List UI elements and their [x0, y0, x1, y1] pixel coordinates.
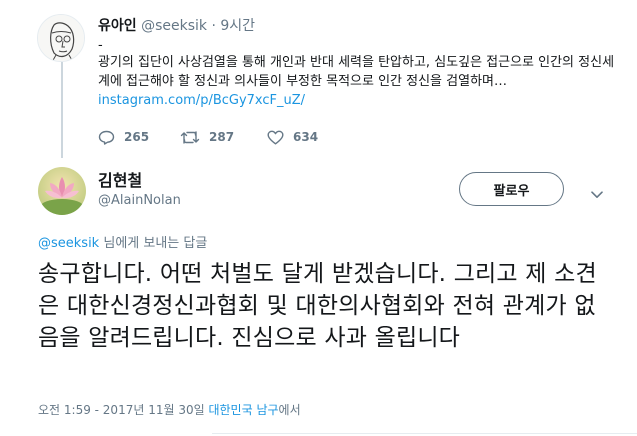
parent-avatar[interactable] — [37, 14, 85, 62]
reply-context: @seeksik 님에게 보내는 답글 — [38, 232, 207, 251]
parent-actions: 265 287 634 — [98, 127, 318, 147]
like-icon — [267, 130, 284, 145]
main-avatar[interactable] — [38, 167, 86, 215]
parent-dash: - — [98, 38, 103, 53]
reply-icon — [98, 130, 115, 145]
tweet-meta: 오전 1:59 - 2017년 11월 30일 대한민국 남구에서 — [38, 401, 301, 418]
chevron-down-icon[interactable] — [591, 184, 603, 203]
tweet-location[interactable]: 대한민국 남구 — [208, 403, 278, 417]
parent-handle[interactable]: @seeksik — [141, 18, 207, 34]
main-tweet-text: 송구합니다. 어떤 처벌도 달게 받겠습니다. 그리고 제 소견은 대한신경정신… — [38, 261, 597, 351]
parent-name[interactable]: 유아인 — [98, 18, 137, 34]
parent-tweet-text: 광기의 집단이 사상검열을 통해 개인과 반대 세력을 탄압하고, 심도깊은 접… — [98, 53, 618, 110]
main-handle[interactable]: @AlainNolan — [98, 193, 181, 208]
location-suffix: 에서 — [278, 403, 301, 417]
retweet-count: 287 — [209, 130, 235, 144]
tweet-timestamp[interactable]: 오전 1:59 - 2017년 11월 30일 — [38, 403, 205, 417]
main-name[interactable]: 김현철 — [98, 167, 142, 191]
reply-count: 265 — [124, 130, 150, 144]
retweet-button[interactable]: 287 — [180, 130, 267, 145]
follow-button[interactable]: 팔로우 — [459, 172, 564, 206]
divider — [212, 433, 637, 434]
separator-dot: · — [211, 18, 216, 34]
parent-tweet[interactable]: 유아인 @seeksik · 9시간 - 광기의 집단이 사상검열을 통해 개인… — [0, 0, 637, 158]
parent-text-body: 광기의 집단이 사상검열을 통해 개인과 반대 세력을 탄압하고, 심도깊은 접… — [98, 55, 615, 89]
parent-time[interactable]: 9시간 — [220, 18, 255, 34]
like-button[interactable]: 634 — [267, 130, 318, 145]
reply-to-label: 님에게 보내는 답글 — [103, 236, 208, 251]
reply-button[interactable]: 265 — [98, 130, 180, 145]
like-count: 634 — [293, 130, 319, 144]
reply-to-handle[interactable]: @seeksik — [38, 236, 99, 251]
thread-line — [61, 62, 63, 158]
parent-link[interactable]: instagram.com/p/BcGy7xcF_uZ/ — [98, 93, 305, 108]
parent-header: 유아인 @seeksik · 9시간 — [98, 15, 255, 35]
retweet-icon — [180, 130, 200, 145]
